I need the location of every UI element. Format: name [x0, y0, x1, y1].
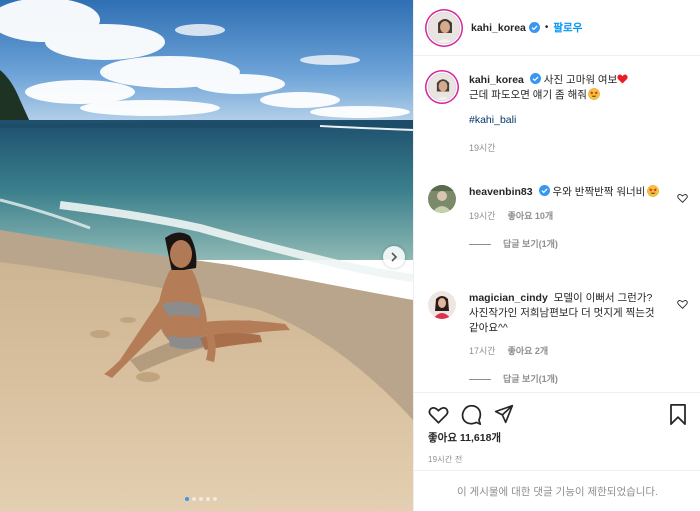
share-icon: [494, 404, 514, 424]
avatar[interactable]: [428, 73, 456, 101]
header-separator: •: [544, 22, 549, 33]
avatar-image: [429, 74, 455, 100]
post-date: 19시간 전: [428, 455, 463, 464]
replies-divider: [469, 244, 491, 245]
star-eyes-emoji: [588, 88, 600, 100]
avatar-image: [428, 185, 456, 213]
heart-icon: [428, 406, 449, 424]
view-replies-button[interactable]: 답글 보기(1개): [469, 372, 664, 387]
comment-time: 19시간: [469, 211, 496, 221]
avatar-image: [428, 291, 456, 319]
avatar[interactable]: [428, 11, 460, 44]
verified-icon: [529, 73, 541, 84]
carousel-indicator: [185, 497, 217, 501]
caption-username[interactable]: kahi_korea: [469, 74, 524, 86]
post-actions: 좋아요 11,618개 19시간 전: [414, 392, 700, 465]
caption-text: 사진 고마워 여보: [543, 74, 618, 86]
view-replies-button[interactable]: 답글 보기(1개): [469, 237, 664, 252]
avatar[interactable]: [428, 185, 456, 213]
likes-count[interactable]: 좋아요 11,618개: [414, 430, 700, 445]
red-heart-emoji: [617, 74, 628, 84]
comment-likes[interactable]: 좋아요 2개: [508, 344, 549, 359]
caption-time: 19시간: [469, 143, 496, 153]
post-header: kahi_korea • 팔로우: [414, 0, 700, 56]
chevron-right-icon: [391, 252, 398, 262]
post-side-panel: kahi_korea • 팔로우 kahi_korea 사진 고마워 여보 근데…: [413, 0, 700, 511]
caption-hashtag[interactable]: #kahi_bali: [469, 113, 674, 128]
star-eyes-emoji: [647, 185, 660, 197]
header-username[interactable]: kahi_korea: [471, 22, 526, 34]
comment-time: 17시간: [469, 346, 496, 356]
comment-icon: [461, 404, 482, 425]
carousel-dot: [185, 497, 189, 501]
follow-button[interactable]: 팔로우: [553, 20, 582, 35]
comment-button[interactable]: [461, 404, 482, 425]
caption-text-line2: 근데 파도오면 얘기 좀 해줘: [469, 89, 587, 101]
verified-icon: [538, 185, 550, 196]
like-button[interactable]: [428, 405, 449, 424]
carousel-dot: [192, 497, 196, 501]
bookmark-icon: [670, 403, 686, 425]
verified-icon: [528, 22, 540, 33]
post-photo[interactable]: [0, 0, 413, 511]
comment-username[interactable]: magician_cindy: [469, 292, 548, 304]
heart-icon[interactable]: [677, 193, 688, 203]
share-button[interactable]: [494, 404, 514, 424]
comment-item: magician_cindy 모델이 이뻐서 그런가? 사진작가인 저희남편보다…: [428, 291, 688, 387]
beach-photo: [0, 0, 413, 511]
comment-text: 우와 반짝반짝 워너비: [552, 186, 646, 198]
caption: kahi_korea 사진 고마워 여보 근데 파도오면 얘기 좀 해줘 #ka…: [428, 73, 688, 156]
comments-list[interactable]: kahi_korea 사진 고마워 여보 근데 파도오면 얘기 좀 해줘 #ka…: [414, 57, 700, 392]
comment-item: heavenbin83 우와 반짝반짝 워너비 19시간 좋아요 10개 답글 …: [428, 185, 688, 252]
comment-username[interactable]: heavenbin83: [469, 186, 533, 198]
view-replies-label: 답글 보기(1개): [503, 374, 558, 384]
replies-divider: [469, 379, 491, 380]
carousel-dot: [206, 497, 210, 501]
carousel-dot: [213, 497, 217, 501]
avatar-image: [429, 12, 459, 43]
next-image-button[interactable]: [383, 246, 405, 268]
comment-likes[interactable]: 좋아요 10개: [508, 209, 554, 224]
view-replies-label: 답글 보기(1개): [503, 239, 558, 249]
avatar[interactable]: [428, 291, 456, 319]
comments-disabled-notice: 이 게시물에 대한 댓글 기능이 제한되었습니다.: [414, 470, 700, 511]
post-viewer: kahi_korea • 팔로우 kahi_korea 사진 고마워 여보 근데…: [0, 0, 700, 511]
carousel-dot: [199, 497, 203, 501]
heart-icon[interactable]: [677, 299, 688, 309]
save-button[interactable]: [669, 403, 687, 425]
